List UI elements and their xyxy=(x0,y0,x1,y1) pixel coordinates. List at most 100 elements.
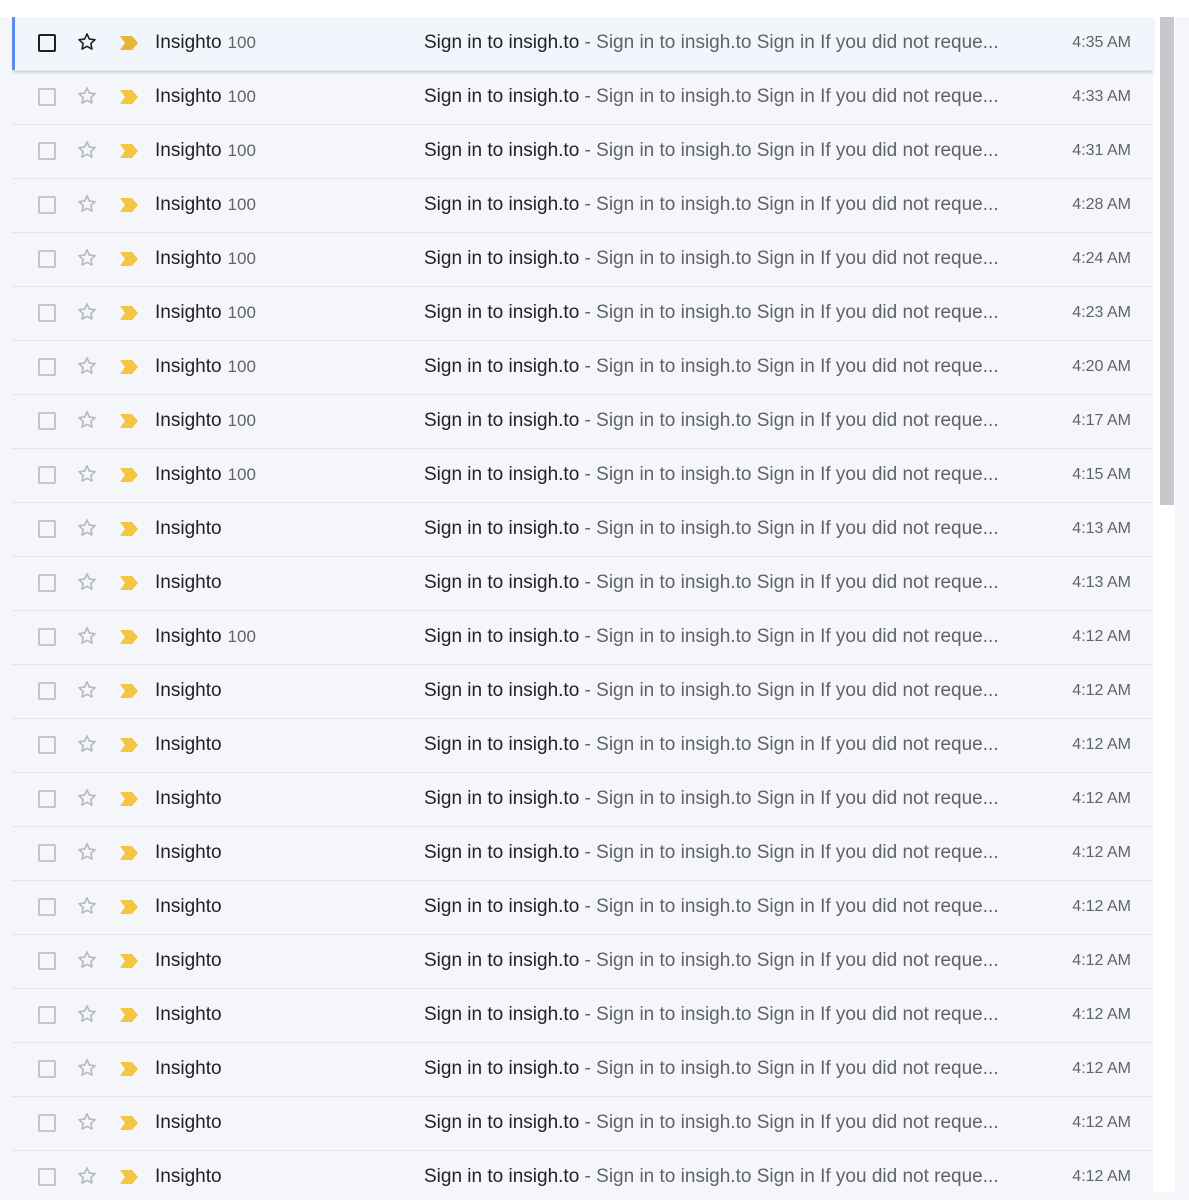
star-icon[interactable] xyxy=(76,895,98,917)
star-icon[interactable] xyxy=(76,625,98,647)
thread-count: 100 xyxy=(227,141,256,160)
important-marker-icon[interactable] xyxy=(120,738,138,752)
checkbox-icon[interactable] xyxy=(38,574,56,592)
checkbox-icon[interactable] xyxy=(38,1168,56,1186)
scrollbar-thumb[interactable] xyxy=(1160,17,1174,505)
subject-line: Sign in to insigh.to - Sign in to insigh… xyxy=(424,842,1024,864)
email-row[interactable]: Insighto 100 Sign in to insigh.to - Sign … xyxy=(12,71,1153,125)
email-row[interactable]: Insighto Sign in to insigh.to - Sign in … xyxy=(12,989,1153,1043)
important-marker-icon[interactable] xyxy=(120,144,138,158)
important-marker-icon[interactable] xyxy=(120,360,138,374)
important-marker-icon[interactable] xyxy=(120,306,138,320)
star-icon[interactable] xyxy=(76,841,98,863)
important-marker-icon[interactable] xyxy=(120,36,138,50)
checkbox-icon[interactable] xyxy=(38,1006,56,1024)
checkbox-icon[interactable] xyxy=(38,466,56,484)
email-row[interactable]: Insighto Sign in to insigh.to - Sign in … xyxy=(12,935,1153,989)
star-icon[interactable] xyxy=(76,787,98,809)
important-marker-icon[interactable] xyxy=(120,1062,138,1076)
checkbox-icon[interactable] xyxy=(38,1114,56,1132)
checkbox-icon[interactable] xyxy=(38,34,56,52)
star-icon[interactable] xyxy=(76,1111,98,1133)
important-marker-icon[interactable] xyxy=(120,630,138,644)
checkbox-icon[interactable] xyxy=(38,682,56,700)
important-marker-icon[interactable] xyxy=(120,1116,138,1130)
star-icon[interactable] xyxy=(76,571,98,593)
sender: Insighto xyxy=(155,1058,228,1080)
star-icon[interactable] xyxy=(76,193,98,215)
star-icon[interactable] xyxy=(76,733,98,755)
checkbox-icon[interactable] xyxy=(38,412,56,430)
email-row[interactable]: Insighto 100 Sign in to insigh.to - Sign … xyxy=(12,395,1153,449)
email-row[interactable]: Insighto 100 Sign in to insigh.to - Sign … xyxy=(12,341,1153,395)
important-marker-icon[interactable] xyxy=(120,900,138,914)
checkbox-icon[interactable] xyxy=(38,250,56,268)
email-row[interactable]: Insighto 100 Sign in to insigh.to - Sign … xyxy=(12,233,1153,287)
important-marker-icon[interactable] xyxy=(120,792,138,806)
email-row[interactable]: Insighto 100 Sign in to insigh.to - Sign … xyxy=(12,17,1153,71)
checkbox-icon[interactable] xyxy=(38,736,56,754)
email-row[interactable]: Insighto 100 Sign in to insigh.to - Sign … xyxy=(12,449,1153,503)
email-row[interactable]: Insighto Sign in to insigh.to - Sign in … xyxy=(12,719,1153,773)
checkbox-icon[interactable] xyxy=(38,196,56,214)
star-icon[interactable] xyxy=(76,1003,98,1025)
important-marker-icon[interactable] xyxy=(120,576,138,590)
sender: Insighto xyxy=(155,734,228,756)
email-row[interactable]: Insighto 100 Sign in to insigh.to - Sign … xyxy=(12,125,1153,179)
checkbox-icon[interactable] xyxy=(38,1060,56,1078)
star-icon[interactable] xyxy=(76,409,98,431)
checkbox-icon[interactable] xyxy=(38,898,56,916)
thread-count: 100 xyxy=(227,33,256,52)
important-marker-icon[interactable] xyxy=(120,1008,138,1022)
thread-count: 100 xyxy=(227,411,256,430)
email-row[interactable]: Insighto Sign in to insigh.to - Sign in … xyxy=(12,503,1153,557)
checkbox-icon[interactable] xyxy=(38,952,56,970)
separator: - xyxy=(584,194,591,215)
checkbox-icon[interactable] xyxy=(38,142,56,160)
email-row[interactable]: Insighto Sign in to insigh.to - Sign in … xyxy=(12,1043,1153,1097)
subject: Sign in to insigh.to xyxy=(424,788,580,809)
important-marker-icon[interactable] xyxy=(120,468,138,482)
email-row[interactable]: Insighto Sign in to insigh.to - Sign in … xyxy=(12,773,1153,827)
important-marker-icon[interactable] xyxy=(120,522,138,536)
important-marker-icon[interactable] xyxy=(120,414,138,428)
star-icon[interactable] xyxy=(76,679,98,701)
important-marker-icon[interactable] xyxy=(120,198,138,212)
email-row[interactable]: Insighto 100 Sign in to insigh.to - Sign … xyxy=(12,611,1153,665)
checkbox-icon[interactable] xyxy=(38,520,56,538)
email-row[interactable]: Insighto Sign in to insigh.to - Sign in … xyxy=(12,1151,1153,1192)
email-row[interactable]: Insighto Sign in to insigh.to - Sign in … xyxy=(12,881,1153,935)
star-icon[interactable] xyxy=(76,1057,98,1079)
subject-line: Sign in to insigh.to - Sign in to insigh… xyxy=(424,1004,1024,1026)
important-marker-icon[interactable] xyxy=(120,954,138,968)
checkbox-icon[interactable] xyxy=(38,628,56,646)
checkbox-icon[interactable] xyxy=(38,358,56,376)
email-row[interactable]: Insighto Sign in to insigh.to - Sign in … xyxy=(12,665,1153,719)
star-icon[interactable] xyxy=(76,949,98,971)
separator: - xyxy=(584,950,591,971)
checkbox-icon[interactable] xyxy=(38,304,56,322)
star-icon[interactable] xyxy=(76,355,98,377)
star-icon[interactable] xyxy=(76,85,98,107)
email-row[interactable]: Insighto Sign in to insigh.to - Sign in … xyxy=(12,1097,1153,1151)
checkbox-icon[interactable] xyxy=(38,790,56,808)
email-row[interactable]: Insighto Sign in to insigh.to - Sign in … xyxy=(12,557,1153,611)
star-icon[interactable] xyxy=(76,31,98,53)
star-icon[interactable] xyxy=(76,247,98,269)
subject-line: Sign in to insigh.to - Sign in to insigh… xyxy=(424,140,1024,162)
important-marker-icon[interactable] xyxy=(120,1170,138,1184)
important-marker-icon[interactable] xyxy=(120,846,138,860)
star-icon[interactable] xyxy=(76,301,98,323)
important-marker-icon[interactable] xyxy=(120,90,138,104)
checkbox-icon[interactable] xyxy=(38,844,56,862)
star-icon[interactable] xyxy=(76,517,98,539)
star-icon[interactable] xyxy=(76,1165,98,1187)
email-row[interactable]: Insighto Sign in to insigh.to - Sign in … xyxy=(12,827,1153,881)
important-marker-icon[interactable] xyxy=(120,684,138,698)
email-row[interactable]: Insighto 100 Sign in to insigh.to - Sign … xyxy=(12,179,1153,233)
star-icon[interactable] xyxy=(76,463,98,485)
star-icon[interactable] xyxy=(76,139,98,161)
email-row[interactable]: Insighto 100 Sign in to insigh.to - Sign … xyxy=(12,287,1153,341)
important-marker-icon[interactable] xyxy=(120,252,138,266)
checkbox-icon[interactable] xyxy=(38,88,56,106)
